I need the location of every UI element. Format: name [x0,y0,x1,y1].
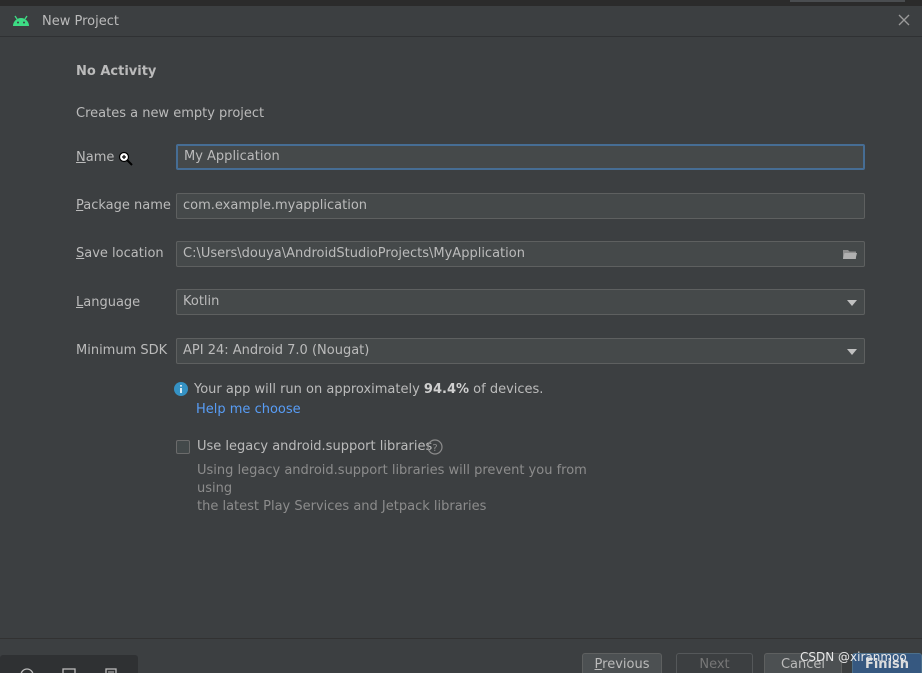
watermark: CSDN @xiranmoo [800,650,907,664]
name-label-rest: ame [85,150,115,165]
title-bar: New Project [0,0,922,37]
bottom-toolbar [0,655,138,673]
location-label-rest: ave location [84,246,164,261]
package-label-rest: ackage name [83,198,171,213]
coverage-text-before: Your app will run on approximately [194,382,424,397]
legacy-support-label[interactable]: Use legacy android.support libraries [197,439,432,454]
legacy-support-note: Using legacy android.support libraries w… [197,462,617,516]
device-coverage-text: Your app will run on approximately 94.4%… [194,382,543,397]
folder-icon[interactable] [842,248,858,260]
previous-button[interactable]: Previous [582,653,662,673]
window-tool-icon[interactable] [62,667,76,673]
svg-text:?: ? [432,443,437,454]
top-edge-notch [790,0,905,2]
window-top-edge [0,0,922,6]
template-heading: No Activity [76,64,157,79]
name-mnemonic: N [76,150,86,165]
minimum-sdk-dropdown[interactable]: API 24: Android 7.0 (Nougat) [176,338,865,364]
android-icon [13,15,29,26]
legacy-support-checkbox[interactable] [176,440,190,454]
name-field[interactable]: My Application [176,144,865,170]
question-icon[interactable]: ? [427,439,443,455]
package-name-label: Package name [76,198,171,213]
coverage-percent: 94.4% [423,382,470,397]
previous-label-rest: revious [602,657,650,672]
legacy-note-line-1: Using legacy android.support libraries w… [197,463,587,496]
legacy-note-line-2: the latest Play Services and Jetpack lib… [197,499,487,514]
save-location-value: C:\Users\douya\AndroidStudioProjects\MyA… [183,246,525,261]
document-tool-icon[interactable] [104,667,118,673]
package-name-field[interactable]: com.example.myapplication [176,193,865,219]
save-location-field[interactable]: C:\Users\douya\AndroidStudioProjects\MyA… [176,241,865,267]
language-value: Kotlin [183,294,220,309]
circle-tool-icon[interactable] [20,667,34,673]
minimum-sdk-value: API 24: Android 7.0 (Nougat) [183,343,370,358]
language-dropdown[interactable]: Kotlin [176,289,865,315]
window-title: New Project [42,14,119,29]
language-label: Language [76,295,140,310]
info-icon [174,382,188,396]
chevron-down-icon [847,349,857,355]
chevron-down-icon [847,300,857,306]
save-location-label: Save location [76,246,164,261]
help-me-choose-link[interactable]: Help me choose [196,402,301,417]
template-description: Creates a new empty project [76,106,265,121]
minimum-sdk-label: Minimum SDK [76,343,168,358]
name-label: Name [76,150,114,165]
coverage-text-after: of devices. [469,382,544,397]
dialog-footer: Previous Next Cancel Finish [0,638,922,673]
magnifier-cursor-icon [118,151,133,166]
close-icon[interactable] [898,14,910,26]
previous-mnemonic: P [594,657,603,672]
language-label-rest: anguage [83,295,141,310]
next-button[interactable]: Next [676,653,753,673]
